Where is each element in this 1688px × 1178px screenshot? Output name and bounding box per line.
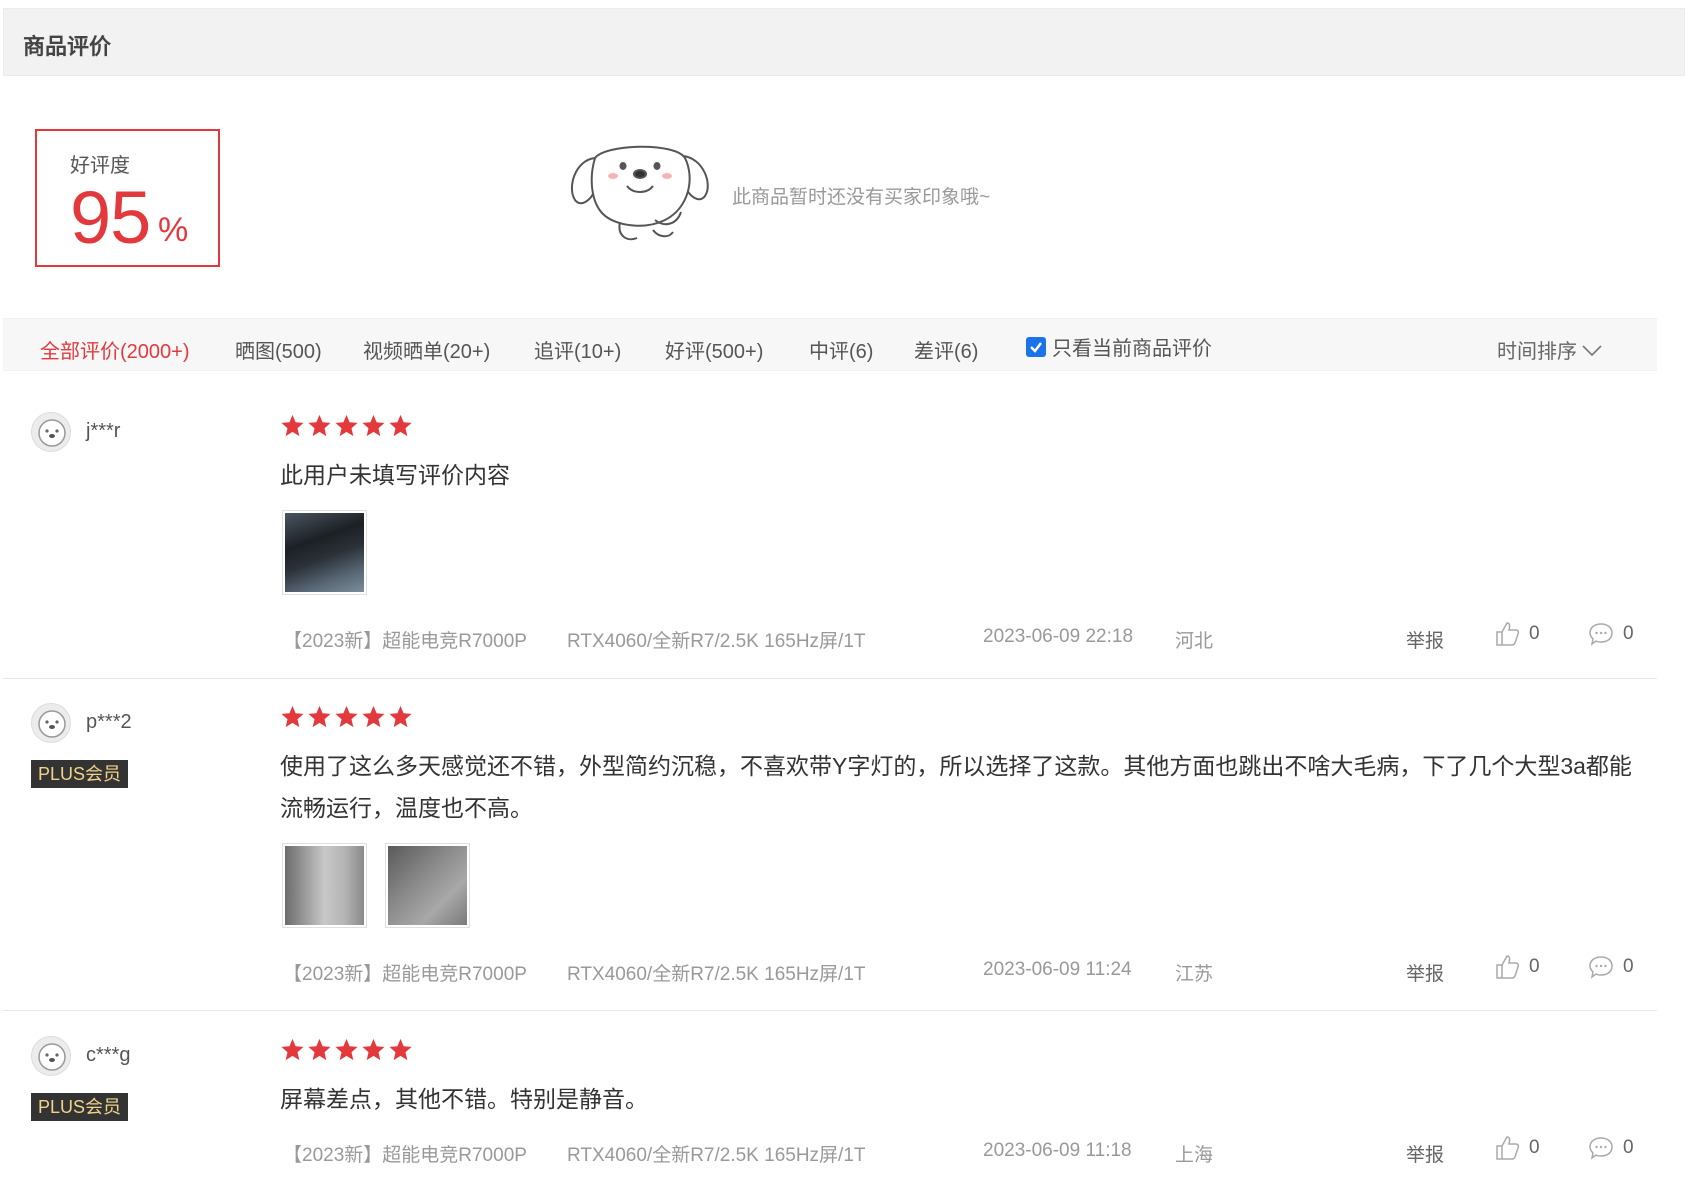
review-date: 2023-06-09 11:24 [983,959,1132,980]
star-rating [280,1037,415,1062]
default-avatar-icon [38,419,66,447]
positive-rate-box: 好评度 95 % [35,129,220,267]
comment-bubble-icon [1589,1137,1613,1160]
comment-button[interactable]: 0 [1587,1134,1634,1162]
only-current-label: 只看当前商品评价 [1052,338,1212,360]
review-photo-thumbnail[interactable] [385,843,470,928]
positive-rate-value: 95 [70,176,151,259]
check-icon [1030,341,1042,353]
plus-member-badge: PLUS会员 [31,1093,129,1121]
star-icon [362,705,385,728]
tab-all-reviews[interactable]: 全部评价(2000+) [40,335,190,364]
positive-rate-unit: % [158,211,189,249]
like-button[interactable]: 0 [1493,953,1540,981]
star-icon [335,705,358,728]
positive-rate-label: 好评度 [70,155,130,177]
review-username: c***g [86,1044,131,1066]
review-content: 使用了这么多天感觉还不错，外型简约沉稳，不喜欢带Y字灯的，所以选择了这款。其他方… [280,753,1632,821]
plus-member-badge: PLUS会员 [31,760,129,788]
jd-dog-mascot-icon [570,145,709,241]
review-product-name: 【2023新】超能电竞R7000P [283,631,527,652]
star-icon [281,414,304,437]
tab-video-reviews[interactable]: 视频晒单(20+) [363,335,490,364]
report-link[interactable]: 举报 [1406,959,1444,986]
star-icon [281,1038,304,1061]
only-current-product-toggle[interactable]: 只看当前商品评价 [1026,332,1212,361]
tab-photo-reviews[interactable]: 晒图(500) [235,335,322,364]
review-photo [285,513,364,592]
thumbs-up-icon [1496,1136,1520,1160]
comment-bubble-icon [1589,956,1613,979]
star-icon [335,1038,358,1061]
default-avatar-icon [38,1043,66,1071]
review-product-variant: RTX4060/全新R7/2.5K 165Hz屏/1T [567,1145,866,1166]
review-date: 2023-06-09 22:18 [983,626,1134,647]
like-button[interactable]: 0 [1493,620,1540,648]
like-count: 0 [1529,623,1540,644]
like-button[interactable]: 0 [1493,1134,1540,1162]
review-username: j***r [86,420,121,442]
tab-followup-reviews[interactable]: 追评(10+) [534,335,621,364]
review-content: 此用户未填写评价内容 [280,462,510,488]
star-icon [308,1038,331,1061]
star-icon [389,705,412,728]
section-header: 商品评价 [3,8,1685,76]
star-icon [335,414,358,437]
default-avatar-icon [38,710,66,738]
section-title: 商品评价 [23,34,112,59]
like-count: 0 [1529,956,1540,977]
tab-positive-reviews[interactable]: 好评(500+) [665,335,763,364]
review-date: 2023-06-09 11:18 [983,1140,1132,1161]
comment-count: 0 [1623,1137,1634,1158]
comment-bubble-icon [1589,623,1613,646]
review-photo [285,846,364,925]
report-link[interactable]: 举报 [1406,626,1444,653]
avatar[interactable] [31,1036,71,1076]
chevron-down-icon [1582,344,1602,356]
review-location: 上海 [1175,1145,1214,1166]
thumbs-up-icon [1496,622,1520,646]
star-icon [362,414,385,437]
review-product-variant: RTX4060/全新R7/2.5K 165Hz屏/1T [567,631,866,652]
star-icon [308,705,331,728]
star-icon [308,414,331,437]
review-product-variant: RTX4060/全新R7/2.5K 165Hz屏/1T [567,964,866,985]
only-current-checkbox[interactable] [1026,336,1046,357]
comment-button[interactable]: 0 [1587,953,1634,981]
like-count: 0 [1529,1137,1540,1158]
tab-negative-reviews[interactable]: 差评(6) [914,335,978,364]
comment-button[interactable]: 0 [1587,620,1634,648]
review-content: 屏幕差点，其他不错。特别是静音。 [280,1086,648,1112]
review-product-name: 【2023新】超能电竞R7000P [283,964,527,985]
star-icon [362,1038,385,1061]
review-photo [388,846,467,925]
review-location: 河北 [1175,631,1214,652]
review-username: p***2 [86,711,132,733]
star-rating [280,413,415,438]
star-icon [389,1038,412,1061]
review-photo-thumbnail[interactable] [282,510,367,595]
review-filter-bar: 全部评价(2000+) 晒图(500) 视频晒单(20+) 追评(10+) 好评… [3,318,1657,371]
comment-count: 0 [1623,956,1634,977]
star-icon [389,414,412,437]
sort-dropdown[interactable]: 时间排序 [1497,335,1603,364]
star-icon [281,705,304,728]
review-location: 江苏 [1175,964,1214,985]
sort-label: 时间排序 [1497,341,1577,363]
review-divider [3,678,1657,679]
comment-count: 0 [1623,623,1634,644]
avatar[interactable] [31,412,71,452]
review-product-name: 【2023新】超能电竞R7000P [283,1145,527,1166]
report-link[interactable]: 举报 [1406,1140,1444,1167]
star-rating [280,704,415,729]
avatar[interactable] [31,703,71,743]
review-photo-thumbnail[interactable] [282,843,367,928]
review-divider [3,1010,1657,1011]
thumbs-up-icon [1496,955,1520,979]
impression-empty-text: 此商品暂时还没有买家印象哦~ [732,187,991,208]
tab-neutral-reviews[interactable]: 中评(6) [809,335,873,364]
